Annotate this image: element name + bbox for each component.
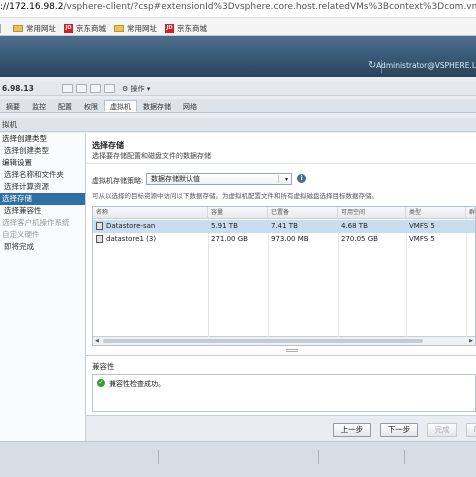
tab-6[interactable]: 网络: [177, 100, 203, 112]
actions-menu[interactable]: ⚙ 操作 ▾: [122, 84, 150, 94]
wizard-title: 拟机: [0, 118, 476, 132]
tab-1[interactable]: 监控: [26, 100, 52, 112]
scroll-left-icon[interactable]: ◀: [95, 338, 99, 344]
divider: [86, 163, 476, 164]
tab-4[interactable]: 虚拟机: [104, 100, 137, 112]
datastore-name: Datastore-san: [106, 222, 156, 230]
chevron-down-icon: ▾: [284, 176, 288, 183]
pane-splitter[interactable]: [286, 349, 298, 352]
divider: [158, 450, 159, 464]
table-cell-free: 4.68 TB: [341, 222, 368, 230]
datastore-icon: [96, 222, 103, 230]
table-cell-type: VMFS 5: [409, 222, 435, 230]
datastore-icon: [96, 235, 103, 243]
tab-5[interactable]: 数据存储: [137, 100, 177, 112]
toolbar-button[interactable]: [76, 84, 87, 93]
wizard-step-1: 选择创建类型: [2, 134, 47, 143]
divider: [278, 175, 279, 183]
app-topbar: ↻ Administrator@VSPHERE.L: [0, 56, 476, 77]
wizard-steps: 选择创建类型 选择创建类型 编辑设置 选择名称和文件夹 选择计算资源 选择存储 选择兼容性选…: [0, 133, 86, 441]
compatibility-title: 兼容性: [92, 362, 115, 371]
compatibility-box: ✓ 兼容性检查成功。: [92, 374, 476, 412]
divider: [318, 450, 319, 464]
separator-icon: [0, 23, 1, 33]
wizard-step-4[interactable]: 选择名称和文件夹: [0, 169, 85, 181]
horizontal-scrollbar[interactable]: ◀ ▶: [93, 336, 475, 345]
wizard-footer: 上一步 下一步 完成 取消: [86, 415, 476, 441]
tab-bar: 摘要 监控 配置 权限 虚拟机 数据存储 网络: [0, 99, 476, 113]
bookmark-jd[interactable]: JD 京东商城: [64, 23, 106, 34]
wizard-step-6[interactable]: 选择存储: [0, 193, 85, 205]
divider: [404, 450, 405, 464]
tab-2[interactable]: 配置: [52, 100, 78, 112]
table-cell-free: 270.05 GB: [341, 235, 378, 243]
wizard-main: 选择存储 选择要存储配置和磁盘文件的数据存储 虚拟机存储策略: 数据存储默认值 …: [86, 133, 476, 415]
compatibility-message: 兼容性检查成功。: [109, 380, 165, 388]
toolbar-button[interactable]: [62, 84, 73, 93]
policy-label: 虚拟机存储策略:: [92, 177, 144, 185]
column-header-5[interactable]: 群集: [466, 207, 475, 219]
toolbar-button[interactable]: [90, 84, 101, 93]
storage-policy-select[interactable]: 数据存储默认值 ▾: [146, 173, 292, 185]
finish-button[interactable]: 完成: [427, 423, 457, 437]
app-header-bg: [0, 36, 476, 56]
info-icon[interactable]: i: [297, 174, 306, 183]
table-cell-capacity: 271.00 GB: [211, 235, 248, 243]
table-cell-name: datastore1 (3): [93, 233, 208, 246]
table-row[interactable]: Datastore-san 5.91 TB 7.41 TB 4.68 TB VMFS 5: [93, 220, 475, 233]
table-header: 名称容量已置备可用空间类型群集: [93, 207, 475, 219]
wizard-step-9[interactable]: 自定义硬件: [0, 229, 85, 241]
bookmarks-bar: 常用网址 JD 京东商城 常用网址 JD 京东商城: [0, 21, 215, 35]
help-text: 可从以选择的目标资源中访问以下数据存储。为虚拟机配置文件和所有虚拟磁盘选择目标数…: [92, 192, 378, 200]
wizard-step-3: 编辑设置: [2, 158, 32, 167]
datastore-table: 名称容量已置备可用空间类型群集 ◀ ▶ Datastore-san 5.91 TB…: [92, 206, 476, 346]
table-cell-provisioned: 7.41 TB: [271, 222, 298, 230]
browser-toolbar: ://172.16.98.2/vsphere-client/?csp#exten…: [0, 0, 476, 36]
jd-icon: JD: [64, 23, 73, 33]
chevron-down-icon: ▾: [146, 84, 151, 93]
jd-icon: JD: [165, 23, 174, 33]
scroll-right-icon[interactable]: ▶: [469, 338, 473, 344]
folder-icon: [13, 24, 23, 32]
wizard-step-7[interactable]: 选择兼容性: [0, 205, 85, 217]
toolbar-button[interactable]: [104, 84, 115, 93]
datastore-name: datastore1 (3): [106, 235, 157, 243]
gear-icon: ⚙: [122, 84, 129, 93]
bookmark-common-sites-2[interactable]: 常用网址: [114, 23, 157, 34]
back-button[interactable]: 上一步: [333, 423, 371, 437]
column-header-2[interactable]: 已置备: [268, 207, 338, 219]
host-name: 6.98.13: [2, 84, 34, 93]
column-header-4[interactable]: 类型: [406, 207, 466, 219]
column-header-0[interactable]: 名称: [93, 207, 208, 219]
bookmark-jd-2[interactable]: JD 京东商城: [165, 23, 207, 34]
wizard-step-8[interactable]: 选择客户机操作系统: [0, 217, 85, 229]
page-title: 选择存储: [92, 141, 124, 150]
tab-3[interactable]: 权限: [78, 100, 104, 112]
wizard-step-2[interactable]: 选择创建类型: [0, 145, 85, 157]
status-bar: [0, 441, 476, 477]
next-button[interactable]: 下一步: [380, 423, 418, 437]
column-header-3[interactable]: 可用空间: [338, 207, 406, 219]
scroll-thumb[interactable]: [103, 339, 423, 343]
table-cell-type: VMFS 5: [409, 235, 435, 243]
table-row[interactable]: datastore1 (3) 271.00 GB 973.00 MB 270.05 G…: [93, 233, 475, 246]
object-toolbar: 6.98.13 ⚙ 操作 ▾: [0, 82, 476, 96]
compatibility-panel: 兼容性 ✓ 兼容性检查成功。: [86, 355, 476, 415]
page-description: 选择要存储配置和磁盘文件的数据存储: [92, 152, 211, 160]
tab-0[interactable]: 摘要: [0, 100, 26, 112]
bookmark-common-sites[interactable]: 常用网址: [13, 23, 56, 34]
table-cell-capacity: 5.91 TB: [211, 222, 238, 230]
check-icon: ✓: [97, 379, 105, 387]
wizard-step-10[interactable]: 即将完成: [0, 241, 85, 253]
cancel-button[interactable]: 取消: [466, 423, 476, 437]
url-field[interactable]: ://172.16.98.2/vsphere-client/?csp#exten…: [0, 0, 476, 18]
column-header-1[interactable]: 容量: [208, 207, 268, 219]
wizard-step-5[interactable]: 选择计算资源: [0, 181, 85, 193]
user-menu[interactable]: Administrator@VSPHERE.L: [376, 61, 476, 70]
table-cell-name: Datastore-san: [93, 220, 208, 233]
bookmark-separator: [0, 23, 5, 33]
table-cell-provisioned: 973.00 MB: [271, 235, 309, 243]
folder-icon: [114, 24, 124, 32]
